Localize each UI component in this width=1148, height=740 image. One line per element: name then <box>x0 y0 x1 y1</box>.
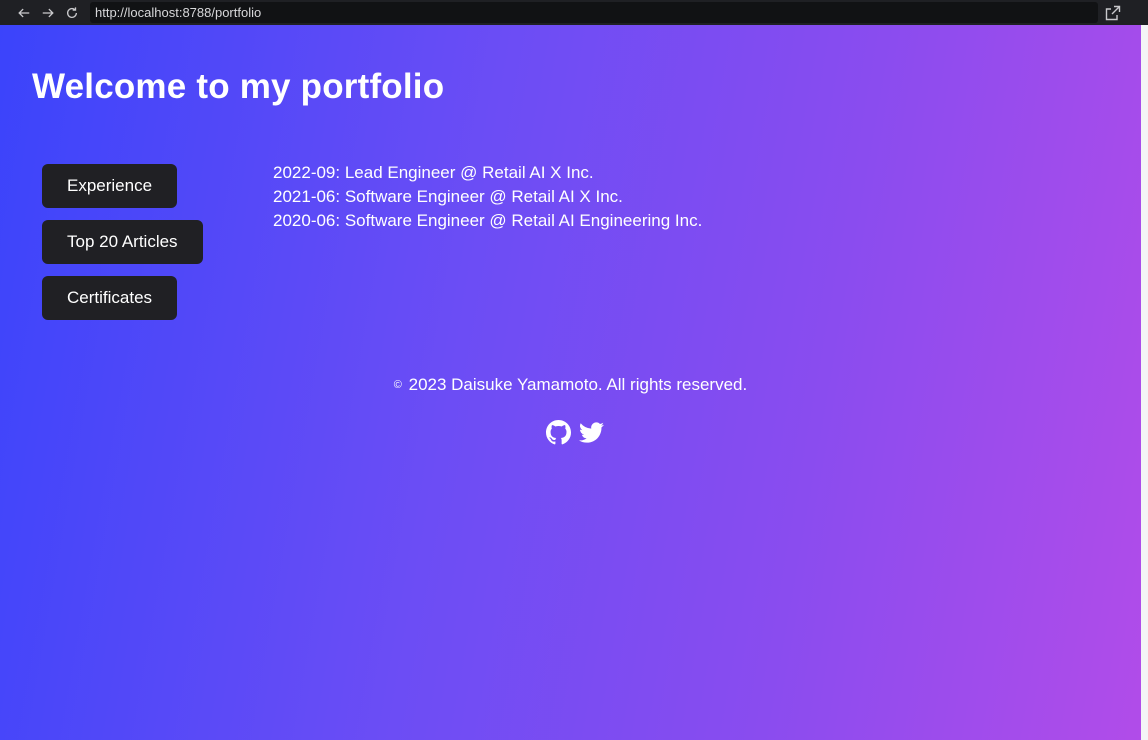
section-menu: Experience Top 20 Articles Certificates <box>42 164 203 332</box>
certificates-button[interactable]: Certificates <box>42 276 178 320</box>
copyright-symbol: © <box>393 379 402 391</box>
list-item: 2020-06: Software Engineer @ Retail AI E… <box>273 211 703 230</box>
top-articles-button[interactable]: Top 20 Articles <box>42 220 203 264</box>
experience-list: 2022-09: Lead Engineer @ Retail AI X Inc… <box>273 161 702 233</box>
window-edge <box>1141 25 1148 740</box>
page-content: Welcome to my portfolio Experience Top 2… <box>0 25 1141 740</box>
list-item: 2022-09: Lead Engineer @ Retail AI X Inc… <box>273 163 594 182</box>
reload-icon[interactable] <box>60 1 84 25</box>
address-bar[interactable]: http://localhost:8788/portfolio <box>90 2 1098 23</box>
copyright-text: 2023 Daisuke Yamamoto. All rights reserv… <box>408 375 748 394</box>
browser-toolbar: http://localhost:8788/portfolio <box>0 0 1148 25</box>
forward-arrow-icon[interactable] <box>36 1 60 25</box>
list-item: 2021-06: Software Engineer @ Retail AI X… <box>273 187 623 206</box>
footer-copyright: © 2023 Daisuke Yamamoto. All rights rese… <box>0 375 1141 395</box>
page-title: Welcome to my portfolio <box>32 67 445 106</box>
github-icon[interactable] <box>546 420 571 445</box>
social-links <box>546 420 604 445</box>
back-arrow-icon[interactable] <box>12 1 36 25</box>
open-external-icon[interactable] <box>1104 4 1122 22</box>
twitter-icon[interactable] <box>579 420 604 445</box>
experience-button[interactable]: Experience <box>42 164 178 208</box>
